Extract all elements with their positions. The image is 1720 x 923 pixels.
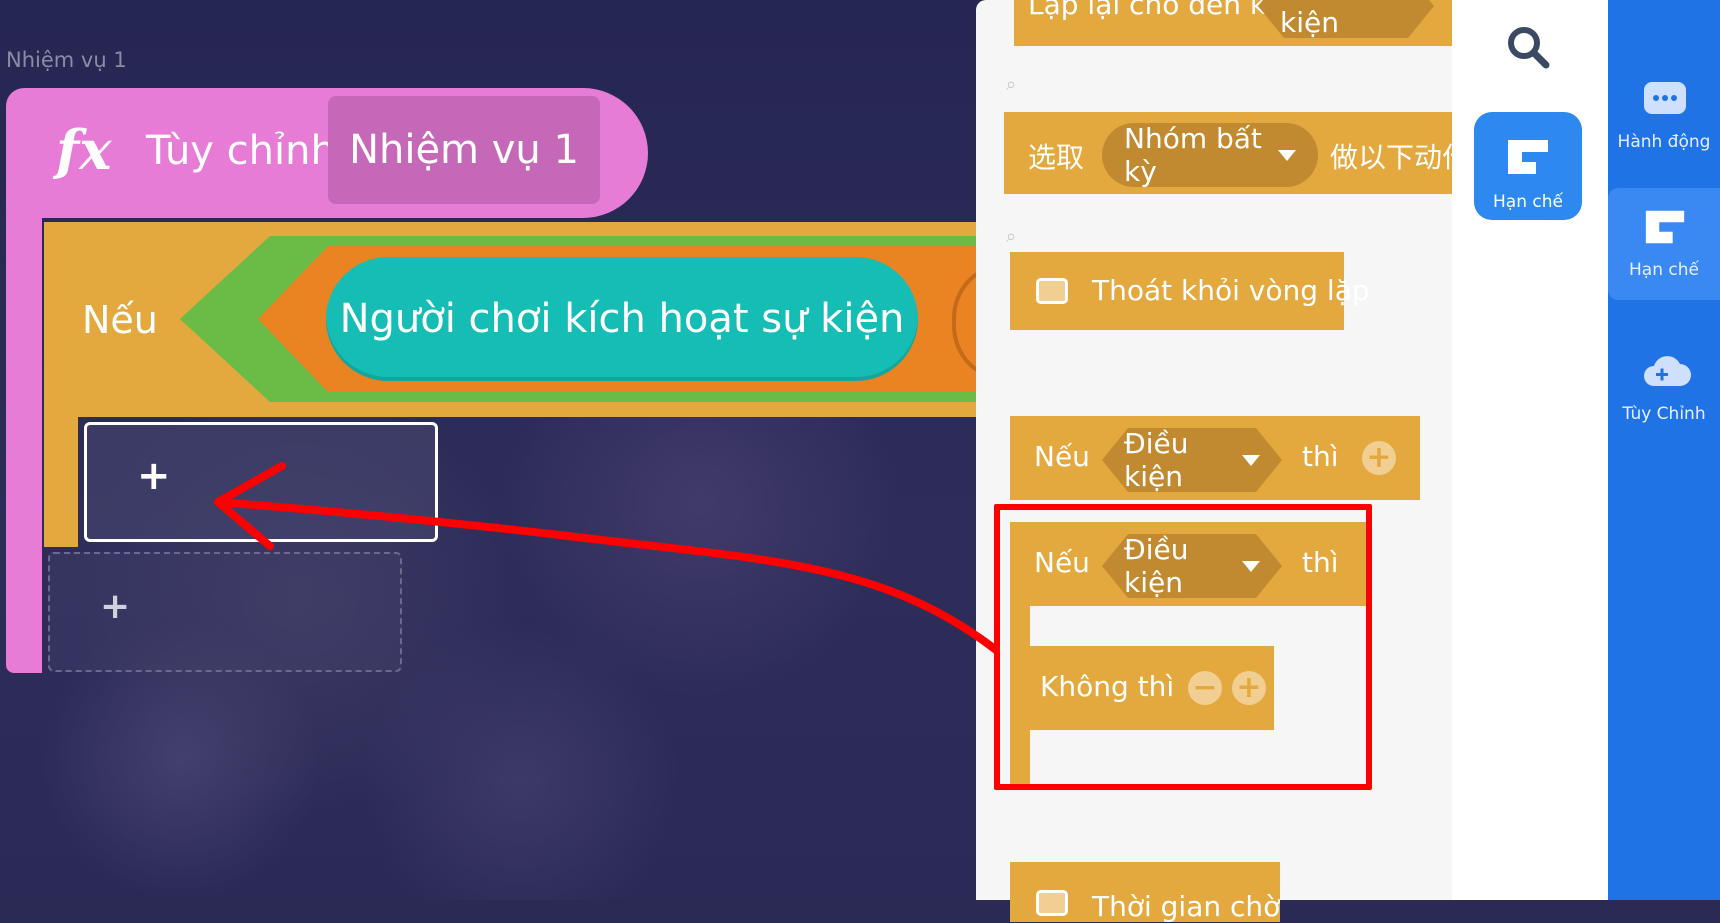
drag-instruction-arrow: [214, 462, 1000, 654]
